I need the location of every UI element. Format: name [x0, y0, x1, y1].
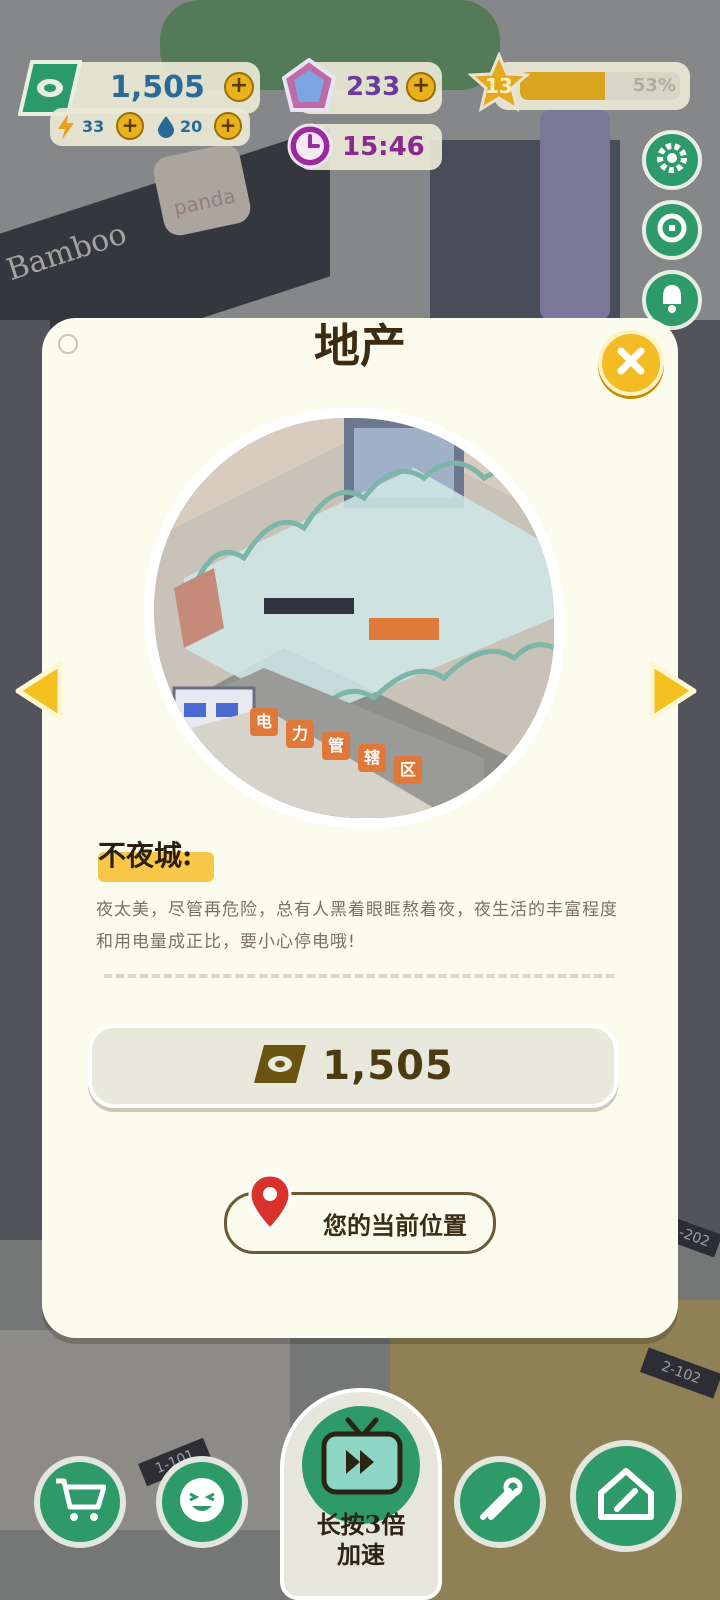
social-button[interactable]	[156, 1456, 248, 1548]
previous-property-button[interactable]	[10, 658, 68, 724]
tools-button[interactable]	[454, 1456, 546, 1548]
buy-price-button[interactable]: 1,505	[88, 1024, 618, 1108]
property-modal: 地产 电 力 管 辖 区 不夜城: 夜太美，尽管再危险，总有人黑着眼眶熬着夜，夜…	[42, 318, 678, 1338]
property-preview-image: 电 力 管 辖 区	[144, 408, 564, 828]
coin-icon	[252, 1042, 308, 1090]
energy-value: 33	[82, 117, 105, 136]
add-water-button[interactable]: +	[214, 112, 242, 140]
speed-up-line1: 长按3倍	[316, 1510, 406, 1539]
timer: 15:46	[287, 123, 442, 170]
modal-title: 地产	[314, 319, 406, 373]
building-sign-char: 辖	[358, 744, 386, 772]
coin-counter[interactable]: 1,505 +	[17, 60, 260, 116]
divider	[104, 974, 614, 978]
xp-percent: 53%	[632, 75, 676, 96]
location-pin-icon	[247, 1173, 293, 1237]
gem-icon	[281, 57, 337, 120]
close-button[interactable]	[598, 330, 664, 396]
support-button[interactable]	[642, 200, 702, 260]
property-name: 不夜城:	[98, 839, 193, 872]
home-edit-icon	[595, 1465, 657, 1527]
headset-icon	[655, 211, 689, 249]
speed-up-button[interactable]: 长按3倍 加速	[280, 1388, 442, 1600]
cart-icon	[54, 1477, 107, 1527]
edit-home-button[interactable]	[570, 1440, 682, 1552]
property-heading: 不夜城:	[98, 834, 214, 882]
timer-value: 15:46	[342, 132, 425, 162]
building-sign-char: 力	[286, 720, 314, 748]
smile-icon	[176, 1474, 228, 1530]
tv-fast-forward-icon	[316, 1414, 408, 1508]
close-icon	[616, 346, 646, 380]
resource-bar: 33 + 20 +	[50, 108, 250, 146]
level-value: 13	[485, 74, 513, 98]
clock-icon	[286, 122, 334, 174]
coin-value: 1,505	[110, 70, 205, 105]
level-bar[interactable]: 53% 13	[467, 51, 690, 113]
gem-value: 233	[346, 72, 401, 102]
tools-icon	[475, 1475, 525, 1529]
add-gems-button[interactable]: +	[406, 72, 436, 102]
arrow-right-icon	[644, 661, 702, 728]
shop-button[interactable]	[34, 1456, 126, 1548]
gear-icon	[655, 141, 689, 179]
location-label: 您的当前位置	[323, 1210, 467, 1240]
settings-button[interactable]	[642, 130, 702, 190]
current-location-button[interactable]: 您的当前位置	[224, 1173, 496, 1254]
water-drop-icon	[158, 116, 174, 142]
gem-counter[interactable]: 233 +	[281, 57, 442, 114]
speed-up-line2: 加速	[337, 1540, 385, 1569]
speed-up-label: 长按3倍 加速	[284, 1510, 438, 1570]
add-energy-button[interactable]: +	[116, 112, 144, 140]
arrow-left-icon	[10, 661, 68, 728]
price-value: 1,505	[322, 1043, 454, 1089]
xp-progress-fill	[520, 72, 605, 100]
building-sign-char: 电	[250, 708, 278, 736]
building-sign: 电 力 管 辖 区	[246, 708, 446, 808]
add-coins-button[interactable]: +	[224, 72, 254, 102]
water-value: 20	[180, 117, 203, 136]
lightning-icon	[56, 114, 76, 144]
building-sign-char: 管	[322, 732, 350, 760]
property-description: 夜太美，尽管再危险，总有人黑着眼眶熬着夜，夜生活的丰富程度和用电量成正比，要小心…	[96, 900, 618, 952]
next-property-button[interactable]	[644, 658, 702, 724]
building-sign-char: 区	[394, 756, 422, 784]
